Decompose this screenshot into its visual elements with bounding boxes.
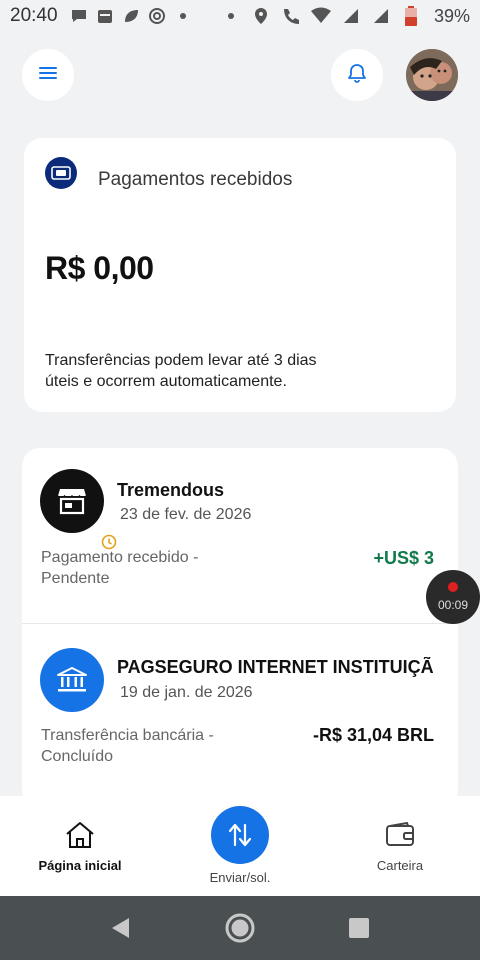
signal-icon	[370, 5, 392, 27]
bottom-navigation: Página inicial Enviar/sol. Carteira	[0, 796, 480, 896]
call-4g-icon	[280, 5, 302, 27]
record-dot-icon	[448, 582, 458, 592]
transaction-description: Transferência bancária - Concluído	[41, 727, 214, 765]
menu-button[interactable]	[22, 49, 74, 101]
transaction-row[interactable]: PAGSEGURO INTERNET INSTITUIÇÃ 19 de jan.…	[22, 625, 458, 808]
balance-amount: R$ 0,00	[45, 250, 154, 286]
battery-percentage: 39%	[433, 5, 470, 26]
wallet-icon	[385, 820, 415, 850]
transaction-description: Pagamento recebido - Pendente	[41, 549, 199, 587]
transaction-name: Tremendous	[117, 480, 225, 500]
bank-icon	[40, 648, 104, 712]
screen-recording-bubble[interactable]: 00:09	[426, 570, 480, 624]
recents-square-icon[interactable]	[343, 912, 375, 944]
cash-icon	[45, 157, 77, 189]
payments-received-card[interactable]: Pagamentos recebidos R$ 0,00 Transferênc…	[24, 138, 456, 412]
send-request-button[interactable]	[211, 806, 269, 864]
calendar-icon	[94, 5, 116, 27]
status-bar: 20:40 39%	[0, 0, 480, 32]
bell-icon	[346, 62, 368, 89]
signal-icon	[340, 5, 362, 27]
store-icon	[40, 469, 120, 553]
transaction-amount: -R$ 31,04 BRL	[312, 725, 434, 745]
payments-received-title: Pagamentos recebidos	[98, 169, 293, 190]
dot-icon	[220, 5, 242, 27]
chat-bubble-icon	[68, 5, 90, 27]
home-icon	[64, 820, 96, 850]
wifi-icon	[310, 5, 332, 27]
status-right: 39%	[220, 5, 470, 27]
transfer-arrows-icon	[228, 823, 252, 847]
user-avatar[interactable]	[406, 49, 458, 101]
transaction-amount: +US$ 3	[373, 548, 434, 568]
nav-wallet[interactable]: Carteira	[340, 796, 460, 896]
system-navigation-bar	[0, 896, 480, 960]
leaf-icon	[120, 5, 142, 27]
back-triangle-icon[interactable]	[104, 912, 136, 944]
transaction-name: PAGSEGURO INTERNET INSTITUIÇÃ	[117, 657, 434, 677]
at-sign-icon	[146, 5, 168, 27]
nav-send-request[interactable]: Enviar/sol.	[180, 796, 300, 896]
transaction-row[interactable]: Tremendous 23 de fev. de 2026 Pagamento …	[22, 448, 458, 624]
nav-home[interactable]: Página inicial	[20, 796, 140, 896]
battery-icon	[400, 5, 422, 27]
notifications-button[interactable]	[331, 49, 383, 101]
dot-icon	[172, 5, 194, 27]
transaction-date: 19 de jan. de 2026	[120, 684, 253, 701]
nav-wallet-label: Carteira	[376, 858, 424, 873]
nav-home-label: Página inicial	[38, 858, 122, 873]
nav-send-label: Enviar/sol.	[209, 870, 271, 885]
hamburger-menu-icon	[38, 65, 58, 86]
home-circle-icon[interactable]	[224, 912, 256, 944]
status-time: 20:40	[10, 5, 58, 26]
location-pin-icon	[250, 5, 272, 27]
transaction-date: 23 de fev. de 2026	[120, 506, 252, 523]
recording-timer: 00:09	[437, 598, 469, 612]
transfer-note: Transferências podem levar até 3 dias út…	[45, 352, 317, 390]
activity-list: Tremendous 23 de fev. de 2026 Pagamento …	[22, 448, 458, 808]
